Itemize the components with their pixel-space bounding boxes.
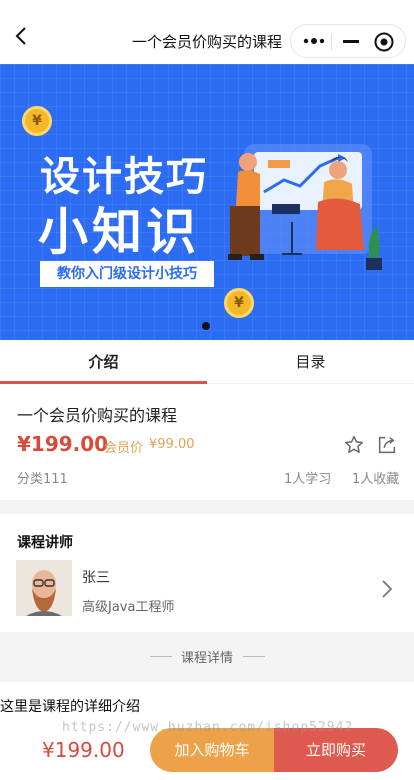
tab-bar: 介绍 目录: [0, 340, 414, 384]
active-tab-indicator: [0, 381, 207, 384]
bottom-price: ¥199.00: [42, 738, 125, 762]
course-category: 分类111: [17, 472, 68, 487]
banner-title-line2: 小知识: [38, 203, 200, 261]
learner-count: 1人学习: [284, 472, 332, 487]
course-detail-page: 一个会员价购买的课程 ¥ ¥ 设计技巧 小知识 教你入门级设计小技巧 介绍 目录…: [0, 0, 414, 780]
member-price-label: 会员价: [104, 441, 144, 456]
capsule-divider: [331, 34, 332, 50]
details-section-label: 课程详情: [181, 651, 234, 666]
course-title: 一个会员价购买的课程: [17, 406, 178, 425]
divider-line: [150, 656, 172, 657]
tab-catalog[interactable]: 目录: [207, 340, 414, 384]
course-price: ¥199.00: [17, 432, 109, 456]
avatar: [16, 560, 72, 616]
instructor-title: 高级Java工程师: [82, 600, 175, 615]
instructor-name: 张三: [82, 570, 110, 586]
section-divider: [0, 500, 414, 514]
favorite-count: 1人收藏: [352, 472, 400, 487]
more-dots-icon[interactable]: [303, 35, 325, 47]
member-price: ¥99.00: [149, 437, 195, 452]
tab-intro[interactable]: 介绍: [0, 340, 207, 384]
coin-icon: ¥: [224, 288, 254, 318]
course-description: 这里是课程的详细介绍: [0, 699, 140, 715]
people-illustration: [228, 144, 382, 270]
minimize-icon[interactable]: [341, 36, 361, 46]
mini-program-capsule: [290, 24, 406, 58]
watermark-text: https://www.huzhan.com/ishop52942: [62, 720, 354, 735]
close-circle-icon[interactable]: [373, 31, 395, 53]
course-banner[interactable]: ¥ ¥ 设计技巧 小知识 教你入门级设计小技巧: [0, 64, 414, 340]
share-icon[interactable]: [376, 434, 398, 456]
carousel-indicator-dot[interactable]: [202, 322, 210, 330]
divider-line: [243, 656, 265, 657]
banner-tagline: 教你入门级设计小技巧: [40, 261, 214, 287]
page-title: 一个会员价购买的课程: [132, 33, 283, 51]
chevron-right-icon[interactable]: [378, 578, 396, 600]
coin-icon: ¥: [22, 106, 52, 136]
navbar: 一个会员价购买的课程: [0, 0, 414, 64]
chevron-left-icon[interactable]: [10, 24, 34, 48]
star-icon[interactable]: [343, 434, 365, 456]
instructor-heading: 课程讲师: [17, 535, 73, 551]
